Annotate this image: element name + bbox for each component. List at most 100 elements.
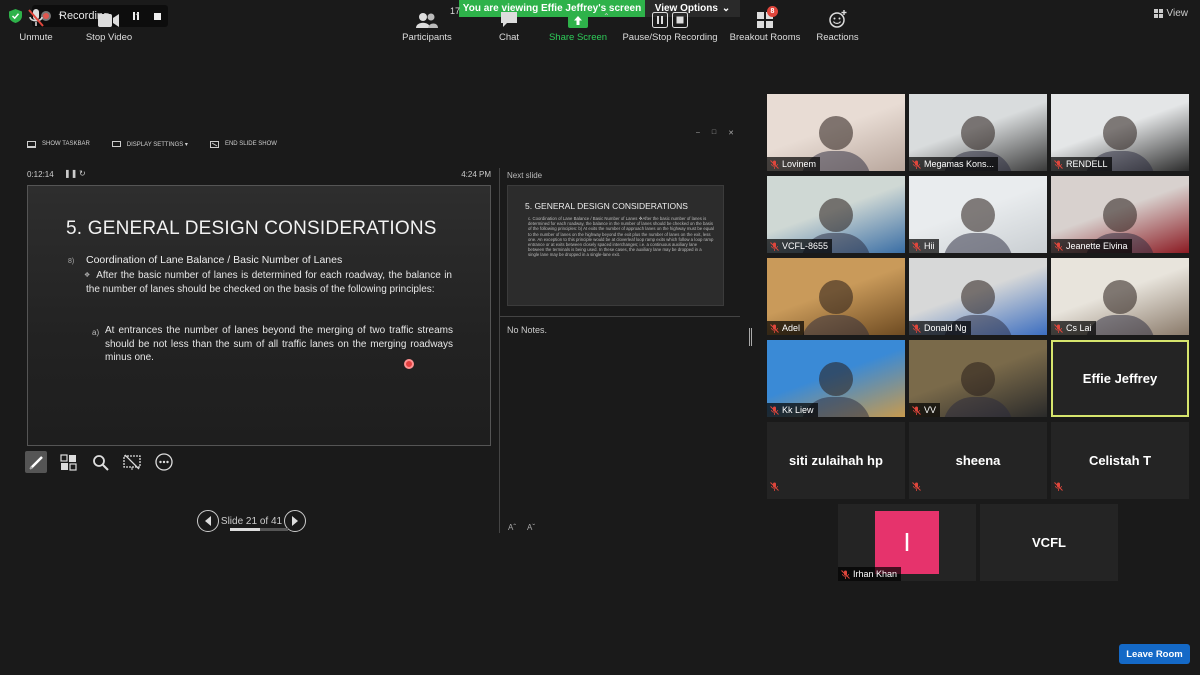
next-slide-preview[interactable]: 5. GENERAL DESIGN CONSIDERATIONS c. Coor… xyxy=(507,185,724,306)
breakout-rooms-button[interactable]: 8 Breakout Rooms xyxy=(730,6,800,43)
slides-grid-icon xyxy=(59,453,77,471)
participant-silhouette xyxy=(1103,115,1137,150)
clock: 4:24 PM xyxy=(461,170,491,179)
slide-subtitle: Coordination of Lane Balance / Basic Num… xyxy=(86,254,343,266)
presenter-toolbar: SHOW TASKBAR DISPLAY SETTINGS ▾ END SLID… xyxy=(27,137,277,151)
participant-tile[interactable]: Donald Ng xyxy=(909,258,1047,335)
participant-tile[interactable]: RENDELL xyxy=(1051,94,1189,171)
magnifier-icon xyxy=(92,454,109,471)
slide-progress-fill xyxy=(230,528,260,531)
notes-font-controls: Aˆ Aˇ xyxy=(508,523,535,532)
see-all-slides-button[interactable] xyxy=(57,451,79,473)
reactions-button[interactable]: Reactions xyxy=(816,8,859,43)
participant-tile[interactable]: Kk Liew xyxy=(767,340,905,417)
participant-silhouette xyxy=(1103,279,1137,314)
microphone-muted-icon xyxy=(770,482,779,491)
zoom-slide-button[interactable] xyxy=(89,451,111,473)
slide-item-label: a) xyxy=(92,328,100,337)
emoji-add-icon xyxy=(828,10,846,28)
unmute-button[interactable]: Unmute xyxy=(18,8,54,43)
microphone-muted-icon xyxy=(912,159,921,169)
pause-stop-recording-button[interactable]: Pause/Stop Recording xyxy=(622,8,718,43)
participant-tile[interactable]: sheena xyxy=(909,422,1047,499)
reactions-label: Reactions xyxy=(816,32,859,43)
audio-options-caret[interactable]: ⌃ xyxy=(57,12,64,21)
pen-tool-button[interactable] xyxy=(25,451,47,473)
pause-recording-icon xyxy=(652,12,668,28)
more-options-button[interactable] xyxy=(153,451,175,473)
screen-off-icon xyxy=(123,454,141,470)
stop-recording-button[interactable] xyxy=(149,8,165,24)
microphone-muted-icon xyxy=(841,569,850,579)
participant-tile[interactable]: Effie Jeffrey xyxy=(1051,340,1189,417)
reset-timer-button[interactable]: ↻ xyxy=(79,169,86,178)
participant-name: sheena xyxy=(955,453,1001,468)
video-options-caret[interactable]: ⌃ xyxy=(134,12,141,21)
stop-video-button[interactable]: Stop Video xyxy=(85,8,133,43)
participant-name-tag: VCFL-8655 xyxy=(767,239,833,253)
maximize-button[interactable]: □ xyxy=(712,129,716,137)
decrease-font-button[interactable]: Aˇ xyxy=(527,523,535,532)
share-options-caret[interactable]: ⌃ xyxy=(603,12,610,21)
end-slide-show-button[interactable]: END SLIDE SHOW xyxy=(209,137,277,151)
chat-button[interactable]: Chat xyxy=(497,8,521,43)
pause-timer-button[interactable]: ❚❚ xyxy=(64,169,77,178)
participant-name: Jeanette Elvina xyxy=(1066,241,1128,251)
slide-paragraph-1: After the basic number of lanes is deter… xyxy=(86,269,452,296)
taskbar-icon xyxy=(27,140,36,148)
breakout-rooms-badge: 8 xyxy=(767,6,778,17)
participant-silhouette xyxy=(961,279,995,314)
participant-name: Lovinem xyxy=(782,159,817,169)
participant-name: Hii xyxy=(924,241,935,251)
previous-slide-button[interactable] xyxy=(197,510,219,532)
increase-font-button[interactable]: Aˆ xyxy=(508,523,516,532)
presenter-divider xyxy=(499,168,500,533)
participant-name: Irhan Khan xyxy=(853,569,898,579)
next-slide-title: 5. GENERAL DESIGN CONSIDERATIONS xyxy=(525,201,688,211)
participant-tile[interactable]: Megamas Kons... xyxy=(909,94,1047,171)
next-slide-label: Next slide xyxy=(507,171,543,180)
stop-video-label: Stop Video xyxy=(85,32,133,43)
arrow-left-icon xyxy=(205,516,211,526)
zoom-meeting-window: Recording... You are viewing Effie Jeffr… xyxy=(0,0,1200,675)
participant-tile[interactable]: Celistah T xyxy=(1051,422,1189,499)
show-taskbar-button[interactable]: SHOW TASKBAR xyxy=(27,137,90,151)
participant-tile[interactable]: VCFL xyxy=(980,504,1118,581)
view-layout-button[interactable]: View xyxy=(1153,8,1189,19)
microphone-muted-icon xyxy=(912,241,921,251)
pause-stop-recording-label: Pause/Stop Recording xyxy=(622,32,718,43)
display-settings-icon xyxy=(111,140,121,147)
microphone-muted-icon xyxy=(1054,482,1063,491)
participant-tile[interactable]: Jeanette Elvina xyxy=(1051,176,1189,253)
participant-tile[interactable]: I Irhan Khan xyxy=(838,504,976,581)
share-screen-button[interactable]: Share Screen xyxy=(549,8,607,43)
participant-tile[interactable]: VV xyxy=(909,340,1047,417)
end-slide-show-label: END SLIDE SHOW xyxy=(224,141,277,147)
participant-tile[interactable]: Lovinem xyxy=(767,94,905,171)
participant-name-tag: Megamas Kons... xyxy=(909,157,999,171)
share-screen-label: Share Screen xyxy=(548,32,608,43)
participant-silhouette xyxy=(961,197,995,232)
participant-name-tag: Cs Lai xyxy=(1051,321,1096,335)
display-settings-button[interactable]: DISPLAY SETTINGS ▾ xyxy=(111,137,188,151)
close-button[interactable]: ✕ xyxy=(728,129,734,137)
unmute-label: Unmute xyxy=(19,32,53,43)
participant-tile[interactable]: Adel xyxy=(767,258,905,335)
participant-silhouette xyxy=(819,361,853,396)
participant-tile[interactable]: VCFL-8655 xyxy=(767,176,905,253)
participant-name-tag: Lovinem xyxy=(767,157,821,171)
participants-button[interactable]: 17 Participants xyxy=(401,6,460,43)
participant-name: Megamas Kons... xyxy=(924,159,995,169)
black-screen-button[interactable] xyxy=(121,451,143,473)
next-slide-text: c. Coordination of Lane Balance / Basic … xyxy=(528,216,714,258)
participant-tile[interactable]: Hii xyxy=(909,176,1047,253)
view-label: View xyxy=(1166,8,1189,19)
elapsed-timer: 0:12:14 xyxy=(27,170,54,179)
current-slide: 5. GENERAL DESIGN CONSIDERATIONS 8) Coor… xyxy=(27,185,491,446)
participant-tile[interactable]: siti zulaihah hp xyxy=(767,422,905,499)
panel-resize-handle[interactable] xyxy=(749,328,752,346)
participant-tile[interactable]: Cs Lai xyxy=(1051,258,1189,335)
minimize-button[interactable]: – xyxy=(696,129,700,137)
display-settings-label: DISPLAY SETTINGS ▾ xyxy=(126,141,188,148)
leave-room-button[interactable]: Leave Room xyxy=(1119,644,1190,664)
